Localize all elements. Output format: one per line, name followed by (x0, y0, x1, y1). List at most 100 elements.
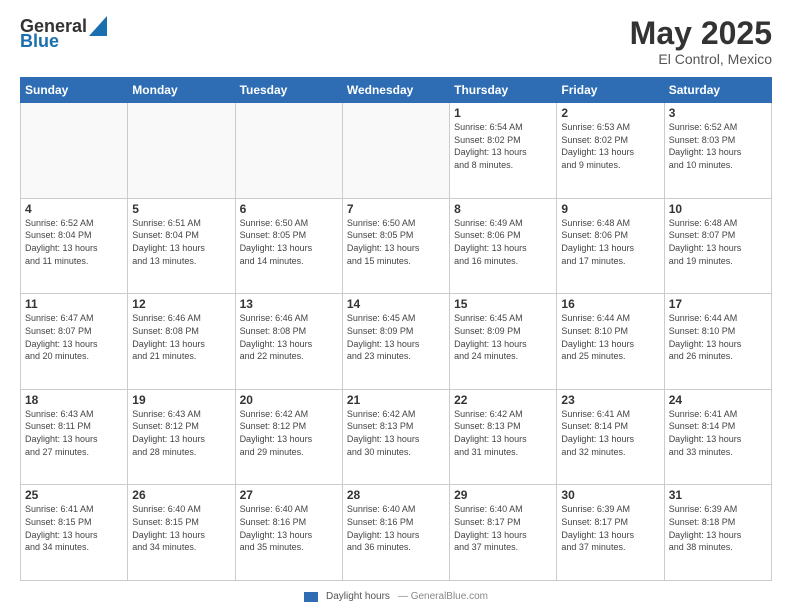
day-number: 5 (132, 202, 230, 216)
day-info: Sunrise: 6:46 AM Sunset: 8:08 PM Dayligh… (240, 312, 338, 362)
day-info: Sunrise: 6:39 AM Sunset: 8:17 PM Dayligh… (561, 503, 659, 553)
calendar-day-cell: 23Sunrise: 6:41 AM Sunset: 8:14 PM Dayli… (557, 389, 664, 485)
day-info: Sunrise: 6:40 AM Sunset: 8:16 PM Dayligh… (347, 503, 445, 553)
day-number: 2 (561, 106, 659, 120)
day-number: 12 (132, 297, 230, 311)
day-info: Sunrise: 6:42 AM Sunset: 8:12 PM Dayligh… (240, 408, 338, 458)
day-info: Sunrise: 6:52 AM Sunset: 8:03 PM Dayligh… (669, 121, 767, 171)
day-number: 16 (561, 297, 659, 311)
calendar-day-cell: 8Sunrise: 6:49 AM Sunset: 8:06 PM Daylig… (450, 198, 557, 294)
day-info: Sunrise: 6:52 AM Sunset: 8:04 PM Dayligh… (25, 217, 123, 267)
day-number: 19 (132, 393, 230, 407)
day-info: Sunrise: 6:42 AM Sunset: 8:13 PM Dayligh… (454, 408, 552, 458)
day-info: Sunrise: 6:43 AM Sunset: 8:12 PM Dayligh… (132, 408, 230, 458)
calendar-day-cell: 18Sunrise: 6:43 AM Sunset: 8:11 PM Dayli… (21, 389, 128, 485)
day-info: Sunrise: 6:50 AM Sunset: 8:05 PM Dayligh… (240, 217, 338, 267)
day-info: Sunrise: 6:42 AM Sunset: 8:13 PM Dayligh… (347, 408, 445, 458)
calendar-day-cell: 10Sunrise: 6:48 AM Sunset: 8:07 PM Dayli… (664, 198, 771, 294)
day-number: 11 (25, 297, 123, 311)
day-number: 30 (561, 488, 659, 502)
calendar-day-cell: 11Sunrise: 6:47 AM Sunset: 8:07 PM Dayli… (21, 294, 128, 390)
day-info: Sunrise: 6:54 AM Sunset: 8:02 PM Dayligh… (454, 121, 552, 171)
day-number: 1 (454, 106, 552, 120)
day-info: Sunrise: 6:48 AM Sunset: 8:07 PM Dayligh… (669, 217, 767, 267)
logo: General Blue (20, 16, 107, 52)
day-number: 24 (669, 393, 767, 407)
day-number: 10 (669, 202, 767, 216)
day-number: 3 (669, 106, 767, 120)
calendar-day-cell: 27Sunrise: 6:40 AM Sunset: 8:16 PM Dayli… (235, 485, 342, 581)
daylight-color-box (304, 592, 318, 602)
calendar-week-row: 11Sunrise: 6:47 AM Sunset: 8:07 PM Dayli… (21, 294, 772, 390)
location-title: El Control, Mexico (630, 51, 772, 67)
calendar-day-cell: 19Sunrise: 6:43 AM Sunset: 8:12 PM Dayli… (128, 389, 235, 485)
footer-label: Daylight hours (326, 591, 390, 602)
calendar-week-row: 18Sunrise: 6:43 AM Sunset: 8:11 PM Dayli… (21, 389, 772, 485)
day-number: 20 (240, 393, 338, 407)
day-number: 26 (132, 488, 230, 502)
day-info: Sunrise: 6:40 AM Sunset: 8:15 PM Dayligh… (132, 503, 230, 553)
calendar-day-cell: 9Sunrise: 6:48 AM Sunset: 8:06 PM Daylig… (557, 198, 664, 294)
month-title: May 2025 (630, 16, 772, 51)
calendar-day-cell: 3Sunrise: 6:52 AM Sunset: 8:03 PM Daylig… (664, 103, 771, 199)
day-number: 23 (561, 393, 659, 407)
calendar-day-cell: 15Sunrise: 6:45 AM Sunset: 8:09 PM Dayli… (450, 294, 557, 390)
day-info: Sunrise: 6:45 AM Sunset: 8:09 PM Dayligh… (454, 312, 552, 362)
calendar-day-cell (21, 103, 128, 199)
day-number: 27 (240, 488, 338, 502)
day-number: 7 (347, 202, 445, 216)
calendar-day-cell (128, 103, 235, 199)
calendar-day-cell: 29Sunrise: 6:40 AM Sunset: 8:17 PM Dayli… (450, 485, 557, 581)
calendar-day-cell: 14Sunrise: 6:45 AM Sunset: 8:09 PM Dayli… (342, 294, 449, 390)
day-info: Sunrise: 6:46 AM Sunset: 8:08 PM Dayligh… (132, 312, 230, 362)
day-number: 6 (240, 202, 338, 216)
day-info: Sunrise: 6:51 AM Sunset: 8:04 PM Dayligh… (132, 217, 230, 267)
day-info: Sunrise: 6:43 AM Sunset: 8:11 PM Dayligh… (25, 408, 123, 458)
calendar-day-cell (235, 103, 342, 199)
day-number: 4 (25, 202, 123, 216)
calendar-day-cell: 4Sunrise: 6:52 AM Sunset: 8:04 PM Daylig… (21, 198, 128, 294)
logo-blue: Blue (20, 31, 59, 52)
calendar-day-cell (342, 103, 449, 199)
day-info: Sunrise: 6:40 AM Sunset: 8:17 PM Dayligh… (454, 503, 552, 553)
calendar-day-cell: 16Sunrise: 6:44 AM Sunset: 8:10 PM Dayli… (557, 294, 664, 390)
day-number: 29 (454, 488, 552, 502)
calendar-day-cell: 24Sunrise: 6:41 AM Sunset: 8:14 PM Dayli… (664, 389, 771, 485)
day-info: Sunrise: 6:45 AM Sunset: 8:09 PM Dayligh… (347, 312, 445, 362)
day-info: Sunrise: 6:44 AM Sunset: 8:10 PM Dayligh… (561, 312, 659, 362)
day-info: Sunrise: 6:41 AM Sunset: 8:14 PM Dayligh… (669, 408, 767, 458)
calendar-week-row: 4Sunrise: 6:52 AM Sunset: 8:04 PM Daylig… (21, 198, 772, 294)
day-info: Sunrise: 6:44 AM Sunset: 8:10 PM Dayligh… (669, 312, 767, 362)
day-info: Sunrise: 6:39 AM Sunset: 8:18 PM Dayligh… (669, 503, 767, 553)
calendar-day-cell: 22Sunrise: 6:42 AM Sunset: 8:13 PM Dayli… (450, 389, 557, 485)
calendar-day-cell: 21Sunrise: 6:42 AM Sunset: 8:13 PM Dayli… (342, 389, 449, 485)
page: General Blue May 2025 El Control, Mexico… (0, 0, 792, 612)
calendar-day-header: Sunday (21, 78, 128, 103)
footer-source: — GeneralBlue.com (398, 591, 488, 602)
day-info: Sunrise: 6:49 AM Sunset: 8:06 PM Dayligh… (454, 217, 552, 267)
calendar-day-header: Friday (557, 78, 664, 103)
calendar-day-cell: 5Sunrise: 6:51 AM Sunset: 8:04 PM Daylig… (128, 198, 235, 294)
calendar-day-cell: 31Sunrise: 6:39 AM Sunset: 8:18 PM Dayli… (664, 485, 771, 581)
calendar-day-cell: 25Sunrise: 6:41 AM Sunset: 8:15 PM Dayli… (21, 485, 128, 581)
calendar-day-header: Saturday (664, 78, 771, 103)
day-number: 22 (454, 393, 552, 407)
calendar-week-row: 25Sunrise: 6:41 AM Sunset: 8:15 PM Dayli… (21, 485, 772, 581)
calendar-day-cell: 12Sunrise: 6:46 AM Sunset: 8:08 PM Dayli… (128, 294, 235, 390)
day-number: 28 (347, 488, 445, 502)
day-info: Sunrise: 6:50 AM Sunset: 8:05 PM Dayligh… (347, 217, 445, 267)
day-info: Sunrise: 6:47 AM Sunset: 8:07 PM Dayligh… (25, 312, 123, 362)
calendar-day-cell: 30Sunrise: 6:39 AM Sunset: 8:17 PM Dayli… (557, 485, 664, 581)
day-number: 8 (454, 202, 552, 216)
calendar-day-header: Thursday (450, 78, 557, 103)
day-number: 25 (25, 488, 123, 502)
day-number: 15 (454, 297, 552, 311)
calendar-day-cell: 28Sunrise: 6:40 AM Sunset: 8:16 PM Dayli… (342, 485, 449, 581)
calendar-table: SundayMondayTuesdayWednesdayThursdayFrid… (20, 77, 772, 581)
calendar-day-header: Wednesday (342, 78, 449, 103)
day-info: Sunrise: 6:53 AM Sunset: 8:02 PM Dayligh… (561, 121, 659, 171)
logo-triangle-icon (89, 16, 107, 36)
calendar-day-cell: 2Sunrise: 6:53 AM Sunset: 8:02 PM Daylig… (557, 103, 664, 199)
day-number: 31 (669, 488, 767, 502)
day-info: Sunrise: 6:40 AM Sunset: 8:16 PM Dayligh… (240, 503, 338, 553)
